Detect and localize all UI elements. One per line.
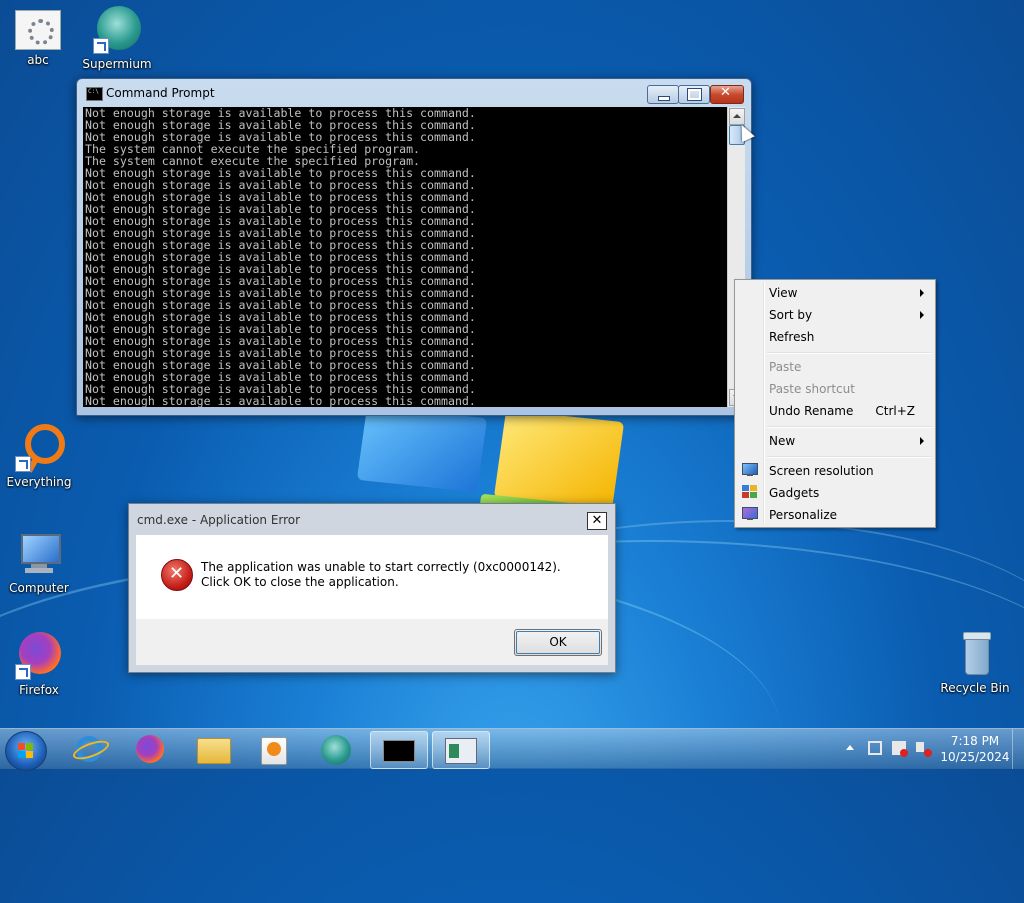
desktop-icon-everything[interactable]: Everything xyxy=(1,424,77,489)
wallpaper-logo-yellow xyxy=(493,409,625,511)
menu-separator xyxy=(767,426,931,428)
application-window-inner xyxy=(449,744,459,758)
desktop-icon-firefox[interactable]: Firefox xyxy=(1,632,77,697)
scroll-up-button[interactable] xyxy=(729,108,745,125)
window-title: Command Prompt xyxy=(106,86,215,100)
menu-item-screen-resolution[interactable]: Screen resolution xyxy=(737,460,933,482)
shortcut-arrow-icon xyxy=(15,456,31,472)
show-desktop-button[interactable] xyxy=(1012,729,1024,769)
personalize-icon xyxy=(742,507,758,521)
play-icon xyxy=(267,742,281,756)
menu-item-label: Screen resolution xyxy=(769,464,874,478)
shortcut-arrow-icon xyxy=(93,38,109,54)
console-line: Not enough storage is available to proce… xyxy=(85,394,476,407)
menu-item-paste-shortcut[interactable]: Paste shortcut xyxy=(737,378,933,400)
application-error-dialog[interactable]: cmd.exe - Application Error ✕ The applic… xyxy=(128,503,616,673)
menu-item-label: Paste shortcut xyxy=(769,382,855,396)
taskbar-media-player[interactable] xyxy=(245,731,301,767)
dialog-footer: OK xyxy=(136,619,608,665)
submenu-arrow-icon xyxy=(920,289,924,297)
menu-item-label: Gadgets xyxy=(769,486,820,500)
taskbar-supermium[interactable] xyxy=(308,731,364,767)
menu-item-undo-rename[interactable]: Undo Rename Ctrl+Z xyxy=(737,400,933,422)
desktop-context-menu[interactable]: View Sort by Refresh Paste Paste shortcu… xyxy=(734,279,936,528)
menu-item-label: Paste xyxy=(769,360,802,374)
taskbar-clock[interactable]: 7:18 PM 10/25/2024 xyxy=(940,733,1010,765)
desktop-icon-abc[interactable]: abc xyxy=(0,10,76,67)
menu-item-paste[interactable]: Paste xyxy=(737,356,933,378)
menu-item-label: New xyxy=(769,434,796,448)
volume-muted-icon[interactable] xyxy=(916,742,924,752)
menu-item-personalize[interactable]: Personalize xyxy=(737,504,933,526)
menu-item-sort-by[interactable]: Sort by xyxy=(737,304,933,326)
dialog-message: The application was unable to start corr… xyxy=(201,560,561,589)
menu-item-new[interactable]: New xyxy=(737,430,933,452)
dialog-close-button[interactable]: ✕ xyxy=(587,512,607,530)
console-output[interactable]: Not enough storage is available to proce… xyxy=(83,107,729,407)
menu-item-refresh[interactable]: Refresh xyxy=(737,326,933,348)
desktop-icon-recycle-bin[interactable]: Recycle Bin xyxy=(937,630,1013,695)
command-prompt-icon xyxy=(86,87,103,101)
show-hidden-icons-button[interactable] xyxy=(846,745,854,750)
desktop-icon-label: Firefox xyxy=(19,683,59,697)
windows-logo-icon xyxy=(18,743,34,759)
taskbar[interactable]: 7:18 PM 10/25/2024 xyxy=(0,728,1024,771)
command-prompt-icon xyxy=(383,740,415,762)
submenu-arrow-icon xyxy=(920,311,924,319)
submenu-arrow-icon xyxy=(920,437,924,445)
taskbar-application-window[interactable] xyxy=(432,731,490,769)
menu-item-label: Personalize xyxy=(769,508,838,522)
firefox-icon xyxy=(136,735,164,763)
menu-item-gadgets[interactable]: Gadgets xyxy=(737,482,933,504)
menu-item-label: Refresh xyxy=(769,330,815,344)
dialog-body: The application was unable to start corr… xyxy=(136,535,608,619)
taskbar-firefox[interactable] xyxy=(122,731,178,767)
clock-time: 7:18 PM xyxy=(950,734,1000,748)
desktop-icon-label: Recycle Bin xyxy=(940,681,1010,695)
error-icon xyxy=(161,559,193,591)
wallpaper-logo-blue xyxy=(356,405,488,493)
supermium-icon xyxy=(93,6,141,54)
minimize-button[interactable] xyxy=(647,85,679,104)
desktop-icon-label: Everything xyxy=(6,475,72,489)
menu-separator xyxy=(767,456,931,458)
desktop-icon-label: Computer xyxy=(9,581,69,595)
menu-item-label: Undo Rename xyxy=(769,404,854,418)
network-icon[interactable] xyxy=(868,741,882,755)
shortcut-arrow-icon xyxy=(15,664,31,680)
recycle-bin-icon xyxy=(951,630,999,678)
taskbar-command-prompt[interactable] xyxy=(370,731,428,769)
menu-item-label: Sort by xyxy=(769,308,813,322)
command-prompt-window[interactable]: Command Prompt Not enough storage is ava… xyxy=(76,78,752,416)
settings-file-icon xyxy=(15,10,61,50)
desktop-icon-supermium[interactable]: Supermium xyxy=(79,6,155,71)
clock-date: 10/25/2024 xyxy=(940,750,1010,764)
everything-search-icon xyxy=(15,424,65,473)
menu-item-label: View xyxy=(769,286,798,300)
window-titlebar[interactable]: Command Prompt xyxy=(77,79,751,107)
desktop-icon-computer[interactable]: Computer xyxy=(1,530,77,595)
desktop-icon-label: abc xyxy=(27,53,49,67)
computer-icon xyxy=(15,530,63,578)
volume-muted-badge xyxy=(924,749,932,757)
action-center-error-badge xyxy=(900,749,908,757)
start-button[interactable] xyxy=(5,731,47,771)
close-button[interactable] xyxy=(710,85,744,104)
taskbar-internet-explorer[interactable] xyxy=(62,731,118,767)
menu-item-view[interactable]: View xyxy=(737,282,933,304)
gadgets-icon xyxy=(742,485,758,499)
firefox-icon xyxy=(15,632,63,680)
file-explorer-icon xyxy=(197,738,231,764)
screen-resolution-icon xyxy=(742,463,758,477)
taskbar-file-explorer[interactable] xyxy=(185,731,241,767)
desktop-icon-label: Supermium xyxy=(82,57,152,71)
supermium-icon xyxy=(321,735,351,765)
ok-button-label: OK xyxy=(549,635,567,649)
maximize-button[interactable] xyxy=(678,85,710,104)
menu-item-shortcut: Ctrl+Z xyxy=(875,404,915,418)
dialog-title: cmd.exe - Application Error xyxy=(137,513,301,527)
menu-separator xyxy=(767,352,931,354)
ok-button[interactable]: OK xyxy=(514,629,602,656)
